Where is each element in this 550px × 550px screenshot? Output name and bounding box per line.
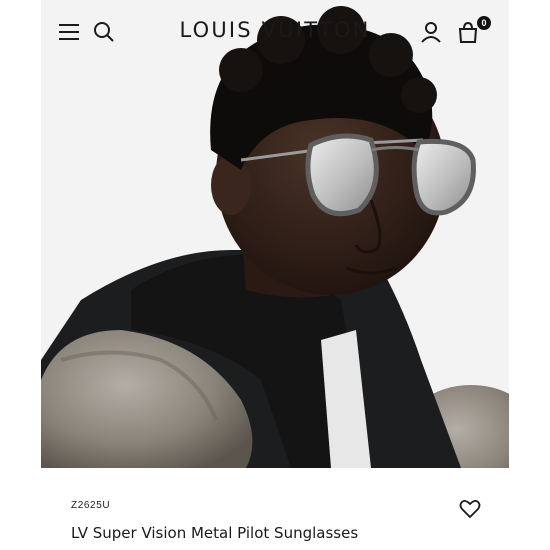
cart-count-badge: 0 — [477, 16, 491, 30]
product-image — [41, 0, 509, 468]
product-title: LV Super Vision Metal Pilot Sunglasses — [71, 524, 359, 542]
top-navigation-bar: LOUIS VUITTON 0 — [41, 0, 509, 64]
product-page: LOUIS VUITTON 0 Z2625U LV Super Vision M… — [41, 0, 509, 550]
account-icon[interactable] — [417, 18, 445, 46]
heart-icon[interactable] — [458, 497, 482, 521]
product-sku: Z2625U — [71, 500, 111, 511]
